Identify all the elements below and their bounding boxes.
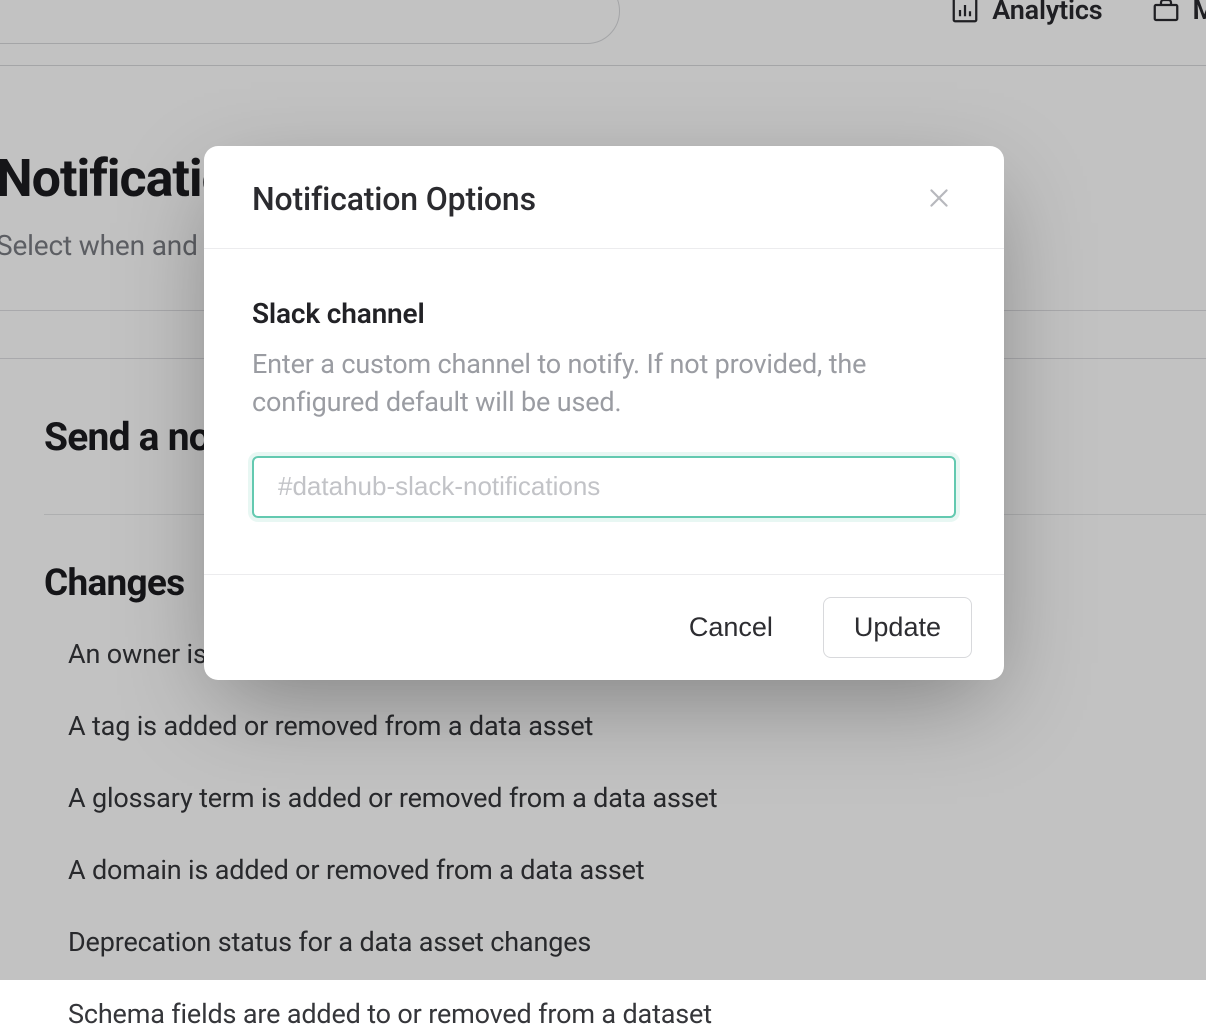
notification-options-modal: Notification Options Slack channel Enter…: [204, 146, 1004, 680]
modal-body: Slack channel Enter a custom channel to …: [204, 249, 1004, 574]
close-button[interactable]: [922, 181, 956, 218]
cancel-button[interactable]: Cancel: [681, 600, 781, 655]
slack-channel-label: Slack channel: [252, 297, 956, 330]
modal-overlay[interactable]: Notification Options Slack channel Enter…: [0, 0, 1206, 980]
list-item: Schema fields are added to or removed fr…: [68, 998, 717, 1030]
close-icon: [926, 185, 952, 211]
update-button[interactable]: Update: [823, 597, 972, 658]
modal-title: Notification Options: [252, 180, 536, 218]
slack-channel-help: Enter a custom channel to notify. If not…: [252, 346, 956, 422]
modal-header: Notification Options: [204, 146, 1004, 249]
slack-channel-input[interactable]: [252, 456, 956, 518]
modal-footer: Cancel Update: [204, 574, 1004, 680]
